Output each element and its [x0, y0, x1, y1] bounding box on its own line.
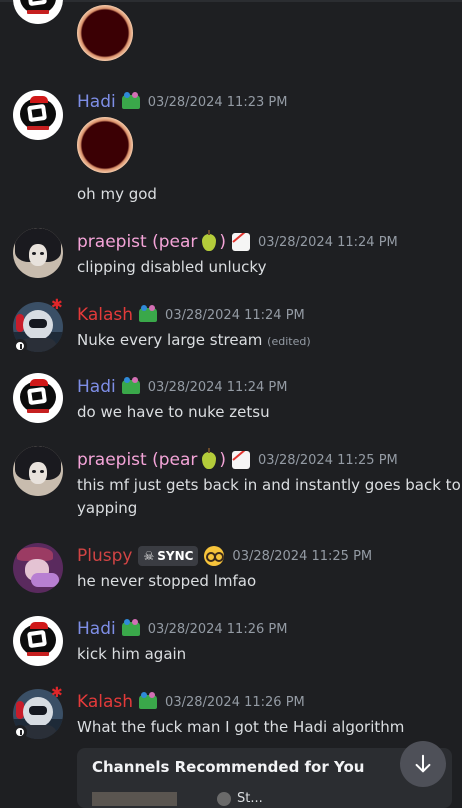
message-header: Kalash 03/28/2024 11:24 PM [77, 305, 305, 325]
red-circle-emoji [77, 5, 133, 61]
message-text: kick him again [77, 645, 187, 663]
username[interactable]: Kalash [77, 305, 133, 325]
channel-thumbnail[interactable] [92, 792, 177, 806]
status-icon [13, 339, 27, 353]
clan-tag-label: SYNC [157, 549, 194, 563]
recommended-channels-embed[interactable]: Channels Recommended for You St... [77, 748, 452, 808]
username-suffix: ) [219, 450, 227, 470]
message-header: Kalash 03/28/2024 11:26 PM [77, 692, 305, 712]
username[interactable]: Pluspy [77, 546, 132, 566]
message-text: clipping disabled unlucky [77, 258, 267, 276]
timestamp: 03/28/2024 11:23 PM [147, 94, 288, 110]
skull-icon: ☠ [143, 549, 155, 563]
message-content: Nuke every large stream [77, 331, 263, 349]
message-text-line: yapping [77, 499, 138, 517]
message-text: do we have to nuke zetsu [77, 403, 270, 421]
frog-role-icon [139, 305, 158, 322]
message-text-line: this mf just gets back in and instantly … [77, 476, 461, 494]
red-circle-emoji [77, 117, 133, 173]
pear-emoji [202, 229, 217, 251]
avatar[interactable] [13, 228, 63, 278]
message-text: Nuke every large stream (edited) [77, 329, 311, 353]
chart-increasing-icon [232, 233, 251, 251]
clan-tag-badge[interactable]: ☠ SYNC [138, 546, 199, 566]
nerd-face-emoji [204, 546, 225, 566]
frog-role-icon [121, 92, 140, 109]
pear-emoji [202, 447, 217, 469]
chart-increasing-icon [232, 451, 251, 469]
anger-symbol-icon: ✱ [51, 685, 63, 701]
avatar[interactable] [13, 543, 63, 593]
username[interactable]: Hadi [77, 92, 116, 112]
edited-label: (edited) [267, 335, 311, 348]
frog-role-icon [121, 619, 140, 636]
frog-role-icon [121, 377, 140, 394]
avatar[interactable] [13, 373, 63, 423]
message-text: he never stopped lmfao [77, 572, 257, 590]
status-icon [13, 725, 27, 739]
username[interactable]: praepist (pear [77, 232, 197, 252]
message-header: praepist (pear ) 03/28/2024 11:24 PM [77, 229, 398, 252]
anger-symbol-icon: ✱ [51, 297, 63, 313]
channel-name: St... [237, 791, 263, 806]
username-suffix: ) [219, 232, 227, 252]
avatar[interactable] [13, 616, 63, 666]
timestamp: 03/28/2024 11:24 PM [258, 234, 398, 250]
frog-role-icon [139, 692, 158, 709]
timestamp: 03/28/2024 11:26 PM [147, 621, 288, 637]
username[interactable]: Hadi [77, 377, 116, 397]
top-divider [0, 0, 462, 2]
timestamp: 03/28/2024 11:24 PM [165, 307, 305, 323]
avatar[interactable] [13, 90, 63, 140]
channel-avatar [217, 792, 231, 806]
username[interactable]: Kalash [77, 692, 133, 712]
message-header: praepist (pear ) 03/28/2024 11:25 PM [77, 447, 398, 470]
avatar[interactable] [13, 446, 63, 496]
jump-to-bottom-button[interactable] [400, 741, 446, 787]
arrow-down-icon [415, 754, 431, 773]
message-text: What the fuck man I got the Hadi algorit… [77, 718, 405, 736]
timestamp: 03/28/2024 11:25 PM [232, 548, 373, 564]
message-header: Pluspy ☠ SYNC 03/28/2024 11:25 PM [77, 546, 372, 566]
message-header: Hadi 03/28/2024 11:24 PM [77, 377, 287, 397]
message-header: Hadi 03/28/2024 11:23 PM [77, 92, 287, 112]
message-text: oh my god [77, 185, 157, 203]
username[interactable]: praepist (pear [77, 450, 197, 470]
timestamp: 03/28/2024 11:26 PM [165, 694, 305, 710]
message-header: Hadi 03/28/2024 11:26 PM [77, 619, 287, 639]
username[interactable]: Hadi [77, 619, 116, 639]
embed-title: Channels Recommended for You [92, 758, 365, 776]
timestamp: 03/28/2024 11:25 PM [258, 452, 398, 468]
timestamp: 03/28/2024 11:24 PM [147, 379, 288, 395]
avatar[interactable] [13, 0, 63, 24]
